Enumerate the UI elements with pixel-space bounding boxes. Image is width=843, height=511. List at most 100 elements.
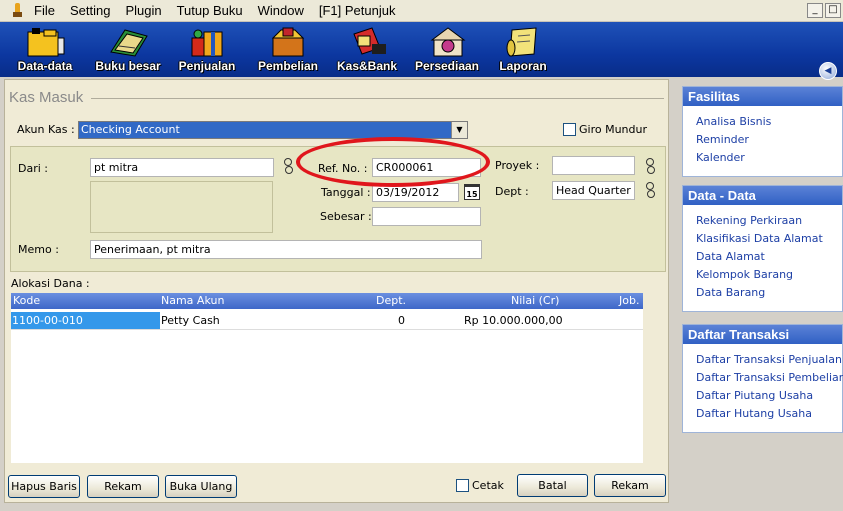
status-bar: [0, 503, 843, 511]
toolbar-label: Pembelian: [257, 59, 319, 73]
batal-button[interactable]: Batal: [517, 474, 588, 497]
alokasi-dana-label: Alokasi Dana :: [11, 277, 90, 290]
proyek-label: Proyek :: [495, 159, 540, 172]
toolbar-label: Persediaan: [414, 59, 480, 73]
link-klasifikasi-data-alamat[interactable]: Klasifikasi Data Alamat: [696, 232, 823, 245]
alokasi-grid[interactable]: Kode Nama Akun Dept. Nilai (Cr) Job. 110…: [11, 293, 643, 463]
fasilitas-panel: Fasilitas Analisa Bisnis Reminder Kalend…: [682, 86, 843, 177]
link-analisa-bisnis[interactable]: Analisa Bisnis: [696, 115, 771, 128]
link-daftar-hutang-usaha[interactable]: Daftar Hutang Usaha: [696, 407, 812, 420]
data-data-title: Data - Data: [683, 186, 842, 205]
link-daftar-transaksi-penjualan[interactable]: Daftar Transaksi Penjualan: [696, 353, 842, 366]
menu-help[interactable]: [F1] Petunjuk: [319, 3, 396, 18]
sales-gift-icon: [191, 29, 223, 57]
menu-setting[interactable]: Setting: [70, 3, 110, 18]
toolbar-buku-besar[interactable]: Buku besar: [88, 24, 168, 76]
chevron-down-icon[interactable]: ▼: [451, 122, 467, 138]
data-folder-icon: [27, 28, 65, 57]
toolbar-pembelian[interactable]: Pembelian: [248, 24, 328, 76]
link-daftar-piutang-usaha[interactable]: Daftar Piutang Usaha: [696, 389, 813, 402]
link-data-barang[interactable]: Data Barang: [696, 286, 765, 299]
toolbar-label: Laporan: [499, 59, 547, 73]
table-row[interactable]: 1100-00-010 Petty Cash 0 Rp 10.000.000,0…: [11, 312, 643, 330]
cell-dept[interactable]: 0: [398, 312, 405, 329]
giro-mundur-label: Giro Mundur: [579, 123, 647, 136]
lookup-icon[interactable]: [644, 182, 656, 198]
address-box[interactable]: [90, 181, 273, 233]
sebesar-label: Sebesar :: [320, 210, 372, 223]
daftar-transaksi-panel: Daftar Transaksi Daftar Transaksi Penjua…: [682, 324, 843, 433]
minimize-button[interactable]: _: [807, 3, 823, 18]
menu-bar: File Setting Plugin Tutup Buku Window [F…: [0, 0, 843, 22]
col-kode[interactable]: Kode: [13, 293, 40, 309]
collapse-arrow-icon[interactable]: ◀: [819, 62, 837, 80]
fasilitas-title: Fasilitas: [683, 87, 842, 106]
inventory-house-icon: [430, 27, 466, 57]
giro-mundur-checkbox[interactable]: [563, 123, 576, 136]
restore-button[interactable]: □: [825, 3, 841, 18]
toolbar-label: Penjualan: [178, 59, 236, 73]
dari-field[interactable]: pt mitra: [90, 158, 274, 177]
akun-kas-label: Akun Kas :: [17, 123, 75, 136]
menu-tutup-buku[interactable]: Tutup Buku: [177, 3, 243, 18]
link-rekening-perkiraan[interactable]: Rekening Perkiraan: [696, 214, 802, 227]
toolbar-persediaan[interactable]: Persediaan: [407, 24, 487, 76]
menu-window[interactable]: Window: [258, 3, 304, 18]
purchase-box-icon: [271, 27, 305, 57]
rekam-ulang-button[interactable]: Rekam Ulang: [87, 475, 159, 511]
grid-header: Kode Nama Akun Dept. Nilai (Cr) Job.: [11, 293, 643, 309]
col-nilai[interactable]: Nilai (Cr): [511, 293, 559, 309]
cell-nilai[interactable]: Rp 10.000.000,00: [464, 312, 563, 329]
col-nama-akun[interactable]: Nama Akun: [161, 293, 224, 309]
rekam-button[interactable]: Rekam: [594, 474, 666, 497]
menu-file[interactable]: File: [34, 3, 55, 18]
title-divider: [91, 98, 664, 99]
link-reminder[interactable]: Reminder: [696, 133, 749, 146]
kas-masuk-form: Kas Masuk Akun Kas : Checking Account ▼ …: [4, 79, 669, 511]
memo-field[interactable]: Penerimaan, pt mitra: [90, 240, 482, 259]
link-data-alamat[interactable]: Data Alamat: [696, 250, 765, 263]
main-toolbar: Data-data Buku besar Penjualan Pembelian: [0, 22, 843, 80]
toolbar-data-data[interactable]: Data-data: [5, 24, 85, 76]
cetak-label: Cetak: [472, 479, 504, 492]
buka-ulang-button[interactable]: Buka Ulang: [165, 475, 237, 498]
proyek-field[interactable]: [552, 156, 635, 175]
dari-label: Dari :: [18, 162, 48, 175]
cash-bank-icon: [353, 27, 386, 55]
app-logo-icon: [12, 3, 24, 18]
ledger-book-icon: [110, 29, 148, 57]
report-scroll-icon: [506, 27, 537, 57]
cell-nama-akun[interactable]: Petty Cash: [161, 312, 220, 329]
tanggal-field[interactable]: 03/19/2012: [372, 183, 459, 202]
page-title: Kas Masuk: [9, 89, 92, 106]
ref-no-label: Ref. No. :: [318, 162, 368, 175]
col-job[interactable]: Job.: [619, 293, 639, 309]
memo-label: Memo :: [18, 243, 59, 256]
toolbar-label: Data-data: [17, 59, 73, 73]
toolbar-label: Kas&Bank: [336, 59, 398, 73]
toolbar-kas-bank[interactable]: Kas&Bank: [327, 24, 407, 76]
akun-kas-value: Checking Account: [81, 123, 180, 136]
menu-plugin[interactable]: Plugin: [125, 3, 161, 18]
dept-field[interactable]: Head Quarter: [552, 181, 635, 200]
toolbar-laporan[interactable]: Laporan: [483, 24, 563, 76]
lookup-icon[interactable]: [282, 158, 294, 174]
toolbar-label: Buku besar: [95, 59, 161, 73]
akun-kas-select[interactable]: Checking Account ▼: [78, 121, 468, 139]
calendar-icon[interactable]: 15: [464, 184, 480, 200]
window-controls: _ □: [807, 3, 841, 18]
daftar-transaksi-title: Daftar Transaksi: [683, 325, 842, 344]
link-kalender[interactable]: Kalender: [696, 151, 745, 164]
toolbar-penjualan[interactable]: Penjualan: [167, 24, 247, 76]
lookup-icon[interactable]: [644, 158, 656, 174]
cell-kode[interactable]: 1100-00-010: [11, 312, 160, 329]
col-dept[interactable]: Dept.: [376, 293, 406, 309]
link-kelompok-barang[interactable]: Kelompok Barang: [696, 268, 793, 281]
sebesar-field[interactable]: [372, 207, 481, 226]
hapus-baris-button[interactable]: Hapus Baris: [8, 475, 80, 498]
cetak-checkbox[interactable]: [456, 479, 469, 492]
link-daftar-transaksi-pembelian[interactable]: Daftar Transaksi Pembelian: [696, 371, 843, 384]
tanggal-label: Tanggal :: [321, 186, 371, 199]
ref-no-field[interactable]: CR000061: [372, 158, 481, 177]
data-data-panel: Data - Data Rekening Perkiraan Klasifika…: [682, 185, 843, 312]
